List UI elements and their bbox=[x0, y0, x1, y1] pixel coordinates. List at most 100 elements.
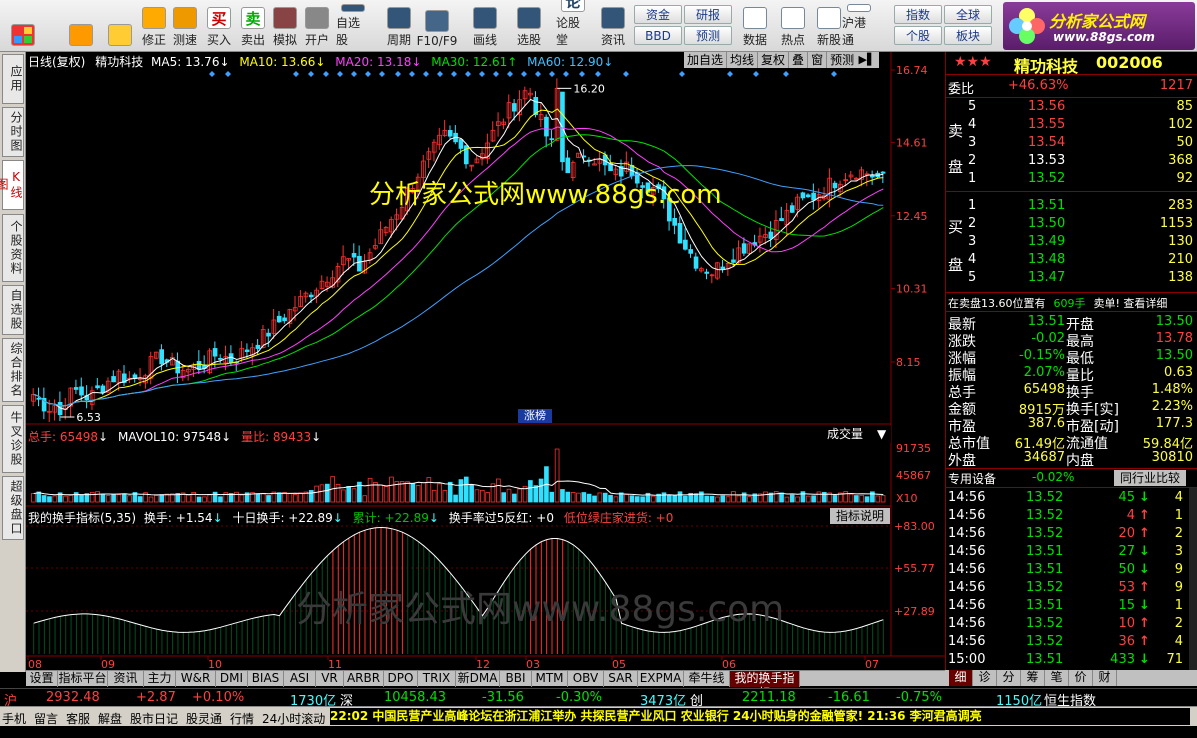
ticker-item[interactable]: 手机 bbox=[2, 710, 26, 727]
indicator-tab[interactable]: ASI bbox=[284, 671, 316, 687]
right-panel-tab[interactable]: 细 bbox=[949, 670, 973, 686]
forum-button[interactable]: 论论股堂 bbox=[556, 0, 590, 50]
indicator-tab[interactable]: 资讯 bbox=[108, 671, 144, 687]
ask-price[interactable]: 13.53 bbox=[1028, 153, 1065, 171]
period-button[interactable]: 周期 bbox=[382, 4, 416, 50]
bid-price[interactable]: 13.50 bbox=[1028, 216, 1065, 234]
rank-badge[interactable]: 涨榜 bbox=[518, 409, 552, 423]
ticker-item[interactable]: 股市日记 bbox=[130, 710, 178, 727]
toolbar-small-button[interactable]: BBD bbox=[634, 26, 682, 45]
indicator-tab[interactable]: OBV bbox=[568, 671, 604, 687]
indicator-tab[interactable]: 指标平台 bbox=[58, 671, 108, 687]
bid-price[interactable]: 13.47 bbox=[1028, 270, 1065, 288]
scrollbar[interactable] bbox=[1189, 488, 1197, 670]
toolbar-small-button[interactable]: 指数 bbox=[894, 5, 942, 24]
indicator-tab[interactable]: BBI bbox=[500, 671, 532, 687]
sector-name[interactable]: 专用设备 bbox=[948, 470, 996, 488]
left-nav-tab[interactable]: 超级盘口 bbox=[2, 476, 24, 540]
news-button[interactable]: 资讯 bbox=[596, 4, 630, 50]
f10-button[interactable]: F10/F9 bbox=[417, 4, 457, 50]
ticker-item[interactable]: 客服 bbox=[66, 710, 90, 727]
up-down-arrow-button[interactable]: ⇳ bbox=[103, 4, 137, 50]
indicator-tab[interactable]: 牵牛线 bbox=[684, 671, 730, 687]
toolbar-small-button[interactable]: 个股 bbox=[894, 26, 942, 45]
ticker-item[interactable]: 解盘 bbox=[98, 710, 122, 727]
left-nav-tab[interactable]: 分时图 bbox=[2, 107, 24, 157]
clock-test-button[interactable]: ◷ 测速 bbox=[168, 4, 202, 50]
indicator-tab[interactable]: 我的换手指标 bbox=[730, 671, 800, 700]
window-layout-button[interactable] bbox=[6, 4, 40, 50]
right-panel-tab[interactable]: 价 bbox=[1069, 670, 1093, 686]
watchlist-button[interactable]: 自选股 bbox=[336, 4, 370, 50]
toolbar-small-button[interactable]: 研报 bbox=[684, 5, 732, 24]
select-stock-button[interactable]: 选股 bbox=[512, 4, 546, 50]
bid-price[interactable]: 13.49 bbox=[1028, 234, 1065, 252]
ticker-item[interactable]: 24小时滚动 bbox=[262, 710, 325, 727]
indicator-tab[interactable]: ARBR bbox=[344, 671, 384, 687]
chart-top-button[interactable]: 加自选 bbox=[684, 52, 728, 68]
indicator-tab[interactable]: W&R bbox=[176, 671, 216, 687]
right-panel-tab[interactable]: 筹 bbox=[1021, 670, 1045, 686]
volume-indicator-dropdown[interactable]: 成交量 ▼ bbox=[811, 426, 891, 443]
buy-button[interactable]: 买买入 bbox=[202, 4, 236, 50]
kline-chart[interactable]: 16.74 14.61 12.45 10.31 8.15 16.20 6.53 91735 45… bbox=[26, 52, 945, 670]
chart-top-button[interactable]: 预测 bbox=[827, 52, 859, 68]
indicator-tab[interactable]: DPO bbox=[384, 671, 418, 687]
indicator-tab[interactable]: BIAS bbox=[248, 671, 284, 687]
indicator-tab[interactable]: 设置 bbox=[26, 671, 58, 687]
indicator-tab[interactable]: DMI bbox=[216, 671, 248, 687]
back-arrow-button[interactable]: ⇦ bbox=[64, 4, 98, 50]
edit-button[interactable]: ↻ 修正 bbox=[137, 4, 171, 50]
chart-top-button[interactable]: 复权 bbox=[758, 52, 790, 68]
indicator-tab[interactable]: 新DMA bbox=[456, 671, 500, 687]
chart-top-button[interactable]: 叠 bbox=[789, 52, 809, 68]
ask-price[interactable]: 13.54 bbox=[1028, 135, 1065, 153]
left-nav-tab[interactable]: 综合排名 bbox=[2, 338, 24, 402]
indicator-help-button[interactable]: 指标说明 bbox=[830, 508, 890, 524]
sell-button[interactable]: 卖卖出 bbox=[236, 4, 270, 50]
order-alert-link[interactable]: 卖单! 查看详细 bbox=[1094, 297, 1168, 310]
indicator-tab[interactable]: TRIX bbox=[418, 671, 456, 687]
toolbar-small-button[interactable]: 预测 bbox=[684, 26, 732, 45]
sse-hke-button[interactable]: 沪港通 bbox=[842, 4, 876, 50]
indicator-tab[interactable]: MTM bbox=[532, 671, 568, 687]
chart-top-button[interactable]: 窗 bbox=[808, 52, 828, 68]
toolbar-small-button[interactable]: 资金 bbox=[634, 5, 682, 24]
pen-button[interactable]: 画线 bbox=[468, 4, 502, 50]
right-panel-tab[interactable]: 分 bbox=[997, 670, 1021, 686]
expand-icon[interactable]: ▶▌ bbox=[855, 52, 879, 68]
ticker-item[interactable]: 行情 bbox=[230, 710, 254, 727]
bid-price[interactable]: 13.48 bbox=[1028, 252, 1065, 270]
volume-bar bbox=[442, 490, 448, 503]
ask-price[interactable]: 13.56 bbox=[1028, 99, 1065, 117]
left-nav-tab[interactable]: 牛叉诊股 bbox=[2, 405, 24, 473]
chart-top-button[interactable]: 均线 bbox=[727, 52, 759, 68]
ticker-item[interactable]: 股灵通 bbox=[186, 710, 222, 727]
right-panel-tab[interactable]: 笔 bbox=[1045, 670, 1069, 686]
left-nav-tab[interactable]: 应用 bbox=[2, 54, 24, 104]
toolbar-small-button[interactable]: 板块 bbox=[944, 26, 992, 45]
stat-label: 总手 bbox=[948, 385, 976, 401]
right-panel-tab[interactable]: 诊 bbox=[973, 670, 997, 686]
peer-compare-button[interactable]: 同行业比较 bbox=[1114, 470, 1187, 486]
indicator-tab[interactable]: VR bbox=[316, 671, 344, 687]
left-nav-tab[interactable]: 个股资料 bbox=[2, 214, 24, 282]
right-panel-tab[interactable]: 财 bbox=[1093, 670, 1117, 686]
toolbar-small-button[interactable]: 全球 bbox=[944, 5, 992, 24]
left-nav-tab[interactable]: 自选股 bbox=[2, 285, 24, 335]
indicator-tab[interactable]: 主力 bbox=[144, 671, 176, 687]
ask-price[interactable]: 13.55 bbox=[1028, 117, 1065, 135]
hot-button[interactable]: 热点 bbox=[776, 4, 810, 50]
indicator-tab[interactable]: EXPMA bbox=[638, 671, 684, 687]
hammer-button[interactable]: 模拟 bbox=[268, 4, 302, 50]
bid-price[interactable]: 13.51 bbox=[1028, 198, 1065, 216]
left-nav-tab[interactable]: K线图 bbox=[0, 160, 24, 210]
indicator-tab[interactable]: SAR bbox=[604, 671, 638, 687]
kline-chart-area[interactable]: 16.74 14.61 12.45 10.31 8.15 16.20 6.53 91735 45… bbox=[26, 52, 945, 670]
news-scroller[interactable]: 22:02 中国民营产业高峰论坛在浙江浦江举办 共探民营产业风口 农业银行 24… bbox=[330, 708, 1190, 725]
ticker-item[interactable]: 留言 bbox=[34, 710, 58, 727]
lock-button[interactable]: 开户 bbox=[300, 4, 334, 50]
ask-price[interactable]: 13.52 bbox=[1028, 171, 1065, 189]
pe-data-button[interactable]: 数据 bbox=[738, 4, 772, 50]
new-stock-button[interactable]: 新股 bbox=[812, 4, 846, 50]
